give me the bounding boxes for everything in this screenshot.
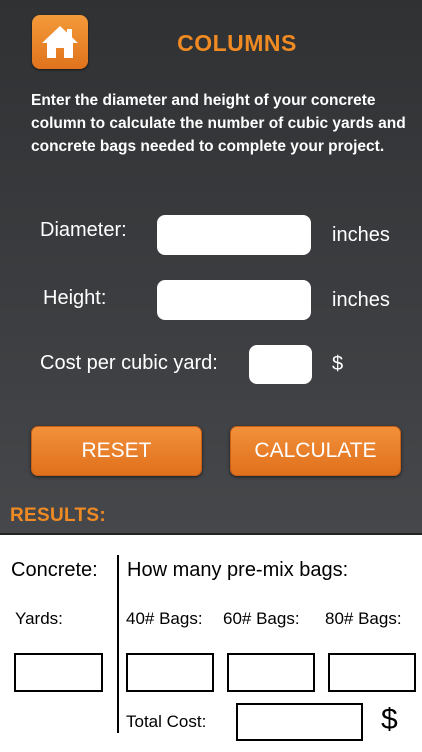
diameter-label: Diameter: [40,219,127,241]
diameter-input[interactable] [157,215,311,255]
results-divider [117,555,119,733]
yards-output[interactable] [14,653,103,692]
cost-label: Cost per cubic yard: [40,352,218,374]
height-input[interactable] [157,280,311,320]
total-cost-label: Total Cost: [126,712,207,731]
page-title: COLUMNS [177,30,297,56]
bag60-output[interactable] [227,653,315,692]
diameter-unit: inches [332,224,390,246]
bag60-label: 60# Bags: [223,609,300,628]
bag80-output[interactable] [328,653,416,692]
height-unit: inches [332,289,390,311]
calculate-button[interactable]: CALCULATE [230,426,401,476]
concrete-heading: Concrete: [11,559,98,581]
yards-label: Yards: [15,609,63,628]
intro-text: Enter the diameter and height of your co… [31,92,406,155]
bag40-output[interactable] [126,653,214,692]
bag40-label: 40# Bags: [126,609,203,628]
home-icon [42,26,78,58]
currency-label: $ [332,353,344,375]
results-title: RESULTS: [10,505,106,526]
home-button[interactable] [32,15,88,69]
reset-button[interactable]: RESET [31,426,202,476]
total-cost-output[interactable] [236,703,363,741]
cost-input[interactable] [249,345,312,384]
bags-heading: How many pre-mix bags: [127,559,349,581]
total-currency-label: $ [381,703,398,736]
bag80-label: 80# Bags: [325,609,402,628]
height-label: Height: [43,287,107,309]
